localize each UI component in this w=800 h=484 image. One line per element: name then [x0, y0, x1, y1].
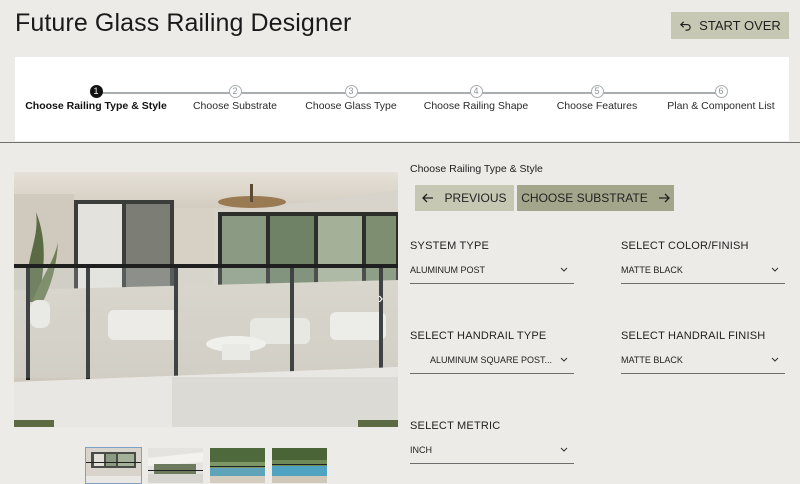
start-over-label: START OVER: [699, 18, 781, 33]
handrail-type-label: SELECT HANDRAIL TYPE: [410, 330, 547, 342]
previous-button[interactable]: PREVIOUS: [415, 185, 514, 211]
handrail-finish-field: SELECT HANDRAIL FINISH MATTE BLACK: [621, 330, 785, 374]
step-plan-component-list[interactable]: 6 Plan & Component List: [646, 85, 796, 112]
next-label: CHOOSE SUBSTRATE: [521, 191, 648, 205]
step-number: 5: [590, 85, 604, 98]
chevron-down-icon: [560, 447, 568, 452]
thumbnail-1[interactable]: [85, 447, 142, 484]
metric-label: SELECT METRIC: [410, 420, 501, 432]
thumbnail-3[interactable]: [209, 447, 266, 484]
handrail-finish-value: MATTE BLACK: [621, 355, 683, 365]
system-type-value: ALUMINUM POST: [410, 265, 486, 275]
thumbnail-strip: [85, 447, 328, 484]
handrail-finish-label: SELECT HANDRAIL FINISH: [621, 330, 766, 342]
step-choose-railing-type[interactable]: 1 Choose Railing Type & Style: [21, 85, 171, 112]
chevron-down-icon: [560, 267, 568, 272]
progress-stepper: 1 Choose Railing Type & Style 2 Choose S…: [15, 57, 789, 141]
handrail-type-select[interactable]: ALUMINUM SQUARE POST...: [410, 354, 574, 374]
railing-preview-image: ›: [14, 172, 398, 427]
step-number: 3: [344, 85, 358, 98]
arrow-left-icon: [422, 193, 434, 203]
section-divider: [0, 142, 800, 143]
handrail-finish-select[interactable]: MATTE BLACK: [621, 354, 785, 374]
color-finish-field: SELECT COLOR/FINISH MATTE BLACK: [621, 240, 785, 284]
thumbnail-2[interactable]: [147, 447, 204, 484]
choose-substrate-button[interactable]: CHOOSE SUBSTRATE: [517, 185, 674, 211]
color-finish-value: MATTE BLACK: [621, 265, 683, 275]
metric-field: SELECT METRIC INCH: [410, 420, 574, 464]
start-over-button[interactable]: START OVER: [671, 12, 789, 39]
page-title: Future Glass Railing Designer: [15, 9, 352, 37]
current-step-label: Choose Railing Type & Style: [410, 163, 543, 175]
chevron-down-icon: [771, 267, 779, 272]
step-number: 1: [89, 85, 103, 98]
system-type-select[interactable]: ALUMINUM POST: [410, 264, 574, 284]
step-number: 2: [228, 85, 242, 98]
gallery-next-button[interactable]: ›: [378, 290, 392, 308]
thumbnail-4[interactable]: [271, 447, 328, 484]
step-number: 6: [714, 85, 728, 98]
metric-select[interactable]: INCH: [410, 444, 574, 464]
chevron-down-icon: [771, 357, 779, 362]
system-type-label: SYSTEM TYPE: [410, 240, 490, 252]
system-type-field: SYSTEM TYPE ALUMINUM POST: [410, 240, 574, 284]
handrail-type-value: ALUMINUM SQUARE POST...: [430, 355, 553, 365]
color-finish-select[interactable]: MATTE BLACK: [621, 264, 785, 284]
arrow-right-icon: [658, 193, 670, 203]
handrail-type-field: SELECT HANDRAIL TYPE ALUMINUM SQUARE POS…: [410, 330, 574, 374]
chevron-right-icon: ›: [378, 290, 384, 307]
step-number: 4: [469, 85, 483, 98]
color-finish-label: SELECT COLOR/FINISH: [621, 240, 749, 252]
undo-arrow-icon: [680, 21, 691, 31]
previous-label: PREVIOUS: [444, 191, 507, 205]
step-label: Plan & Component List: [667, 100, 775, 112]
metric-value: INCH: [410, 445, 432, 455]
step-label: Choose Railing Type & Style: [25, 100, 167, 112]
chevron-down-icon: [560, 357, 568, 362]
